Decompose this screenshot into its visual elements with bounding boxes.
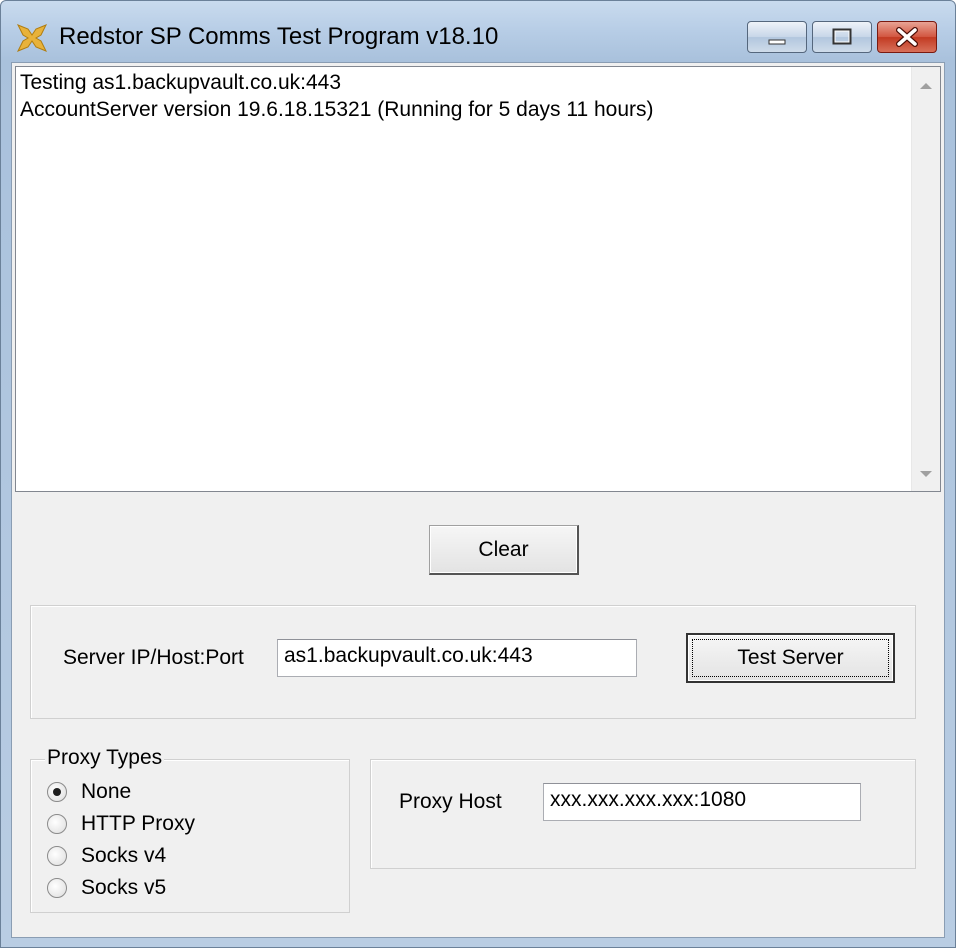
proxy-types-legend: Proxy Types bbox=[45, 746, 165, 770]
proxy-host-input[interactable]: xxx.xxx.xxx.xxx:1080 bbox=[543, 783, 861, 821]
radio-label: Socks v4 bbox=[81, 844, 167, 867]
vertical-scrollbar[interactable] bbox=[911, 67, 940, 491]
radio-unchecked-icon[interactable] bbox=[47, 814, 67, 834]
client-area: Testing as1.backupvault.co.uk:443 Accoun… bbox=[11, 62, 945, 938]
radio-unchecked-icon[interactable] bbox=[47, 846, 67, 866]
radio-label: HTTP Proxy bbox=[81, 812, 195, 835]
minimize-button[interactable] bbox=[747, 21, 807, 53]
redstor-app-icon bbox=[16, 24, 48, 52]
close-button[interactable] bbox=[877, 21, 937, 53]
focus-rectangle bbox=[692, 639, 889, 677]
proxy-host-label: Proxy Host bbox=[399, 790, 502, 813]
clear-button[interactable]: Clear bbox=[429, 525, 579, 575]
proxy-host-group: Proxy Host xxx.xxx.xxx.xxx:1080 bbox=[370, 759, 916, 869]
proxy-types-group: Proxy Types None HTTP Proxy Socks v4 Soc… bbox=[30, 746, 350, 913]
window-title: Redstor SP Comms Test Program v18.10 bbox=[59, 23, 499, 50]
radio-label: None bbox=[81, 780, 132, 803]
minimize-icon bbox=[768, 39, 786, 45]
radio-label: Socks v5 bbox=[81, 876, 167, 899]
output-log[interactable]: Testing as1.backupvault.co.uk:443 Accoun… bbox=[15, 66, 941, 492]
title-bar[interactable]: Redstor SP Comms Test Program v18.10 bbox=[1, 1, 955, 63]
server-input[interactable]: as1.backupvault.co.uk:443 bbox=[277, 639, 637, 677]
log-text: Testing as1.backupvault.co.uk:443 Accoun… bbox=[20, 71, 654, 121]
app-window: Redstor SP Comms Test Program v18.10 Tes… bbox=[0, 0, 956, 948]
maximize-icon bbox=[832, 28, 852, 45]
test-server-button[interactable]: Test Server bbox=[686, 633, 895, 683]
scroll-up-icon[interactable] bbox=[920, 83, 932, 89]
maximize-button[interactable] bbox=[812, 21, 872, 53]
server-label: Server IP/Host:Port bbox=[63, 646, 244, 669]
scroll-down-icon[interactable] bbox=[920, 471, 932, 477]
radio-unchecked-icon[interactable] bbox=[47, 878, 67, 898]
radio-checked-icon[interactable] bbox=[47, 782, 67, 802]
close-icon bbox=[896, 27, 918, 47]
